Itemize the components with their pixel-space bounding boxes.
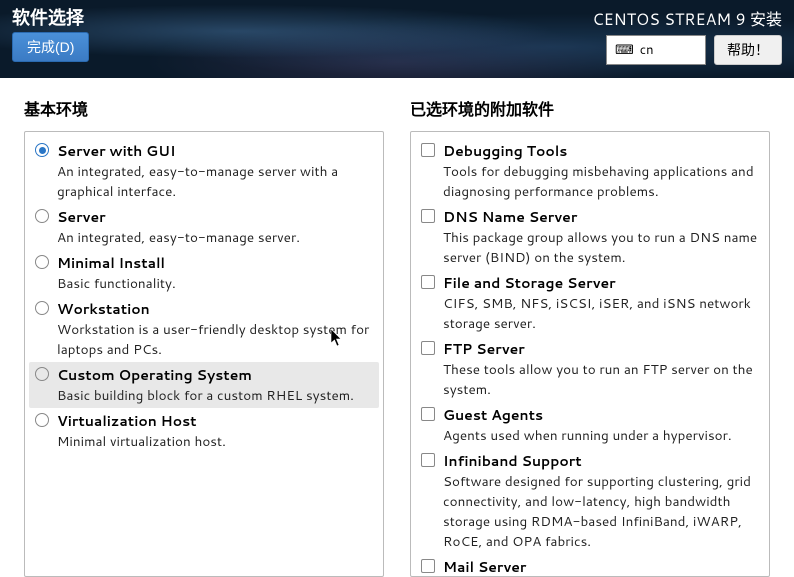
checkbox-icon	[421, 209, 435, 223]
env-item-desc: Workstation is a user-friendly desktop s…	[57, 320, 369, 359]
addons-list[interactable]: Debugging ToolsTools for debugging misbe…	[410, 131, 770, 577]
env-item-name: Custom Operating System	[57, 365, 252, 385]
env-item-text: Minimal InstallBasic functionality.	[57, 253, 373, 293]
base-environment-list[interactable]: Server with GUIAn integrated, easy-to-ma…	[24, 131, 384, 577]
addon-item-name: DNS Name Server	[443, 207, 577, 227]
radio-icon	[35, 301, 49, 315]
env-item-desc: An integrated, easy-to-manage server wit…	[57, 162, 338, 201]
env-item[interactable]: ServerAn integrated, easy-to-manage serv…	[29, 204, 379, 250]
env-item-text: WorkstationWorkstation is a user-friendl…	[57, 299, 373, 359]
env-item-text: Server with GUIAn integrated, easy-to-ma…	[57, 141, 373, 201]
addon-item-desc: Tools for debugging misbehaving applicat…	[443, 162, 754, 201]
checkbox-icon	[421, 453, 435, 467]
env-item-name: Virtualization Host	[57, 411, 197, 431]
addon-item[interactable]: FTP ServerThese tools allow you to run a…	[415, 336, 765, 402]
checkbox-icon	[421, 407, 435, 421]
addon-item-desc: These tools allow you to run an FTP serv…	[443, 360, 753, 399]
addon-item-desc: Agents used when running under a hypervi…	[443, 426, 732, 445]
addon-item-text: Mail ServerThese packages allow you to c…	[443, 557, 759, 577]
checkbox-icon	[421, 275, 435, 289]
base-environment-heading: 基本环境	[24, 96, 384, 121]
env-item-desc: Basic functionality.	[57, 274, 176, 293]
env-item-desc: Minimal virtualization host.	[57, 432, 226, 451]
addons-column: 已选环境的附加软件 Debugging ToolsTools for debug…	[410, 96, 770, 577]
checkbox-icon	[421, 341, 435, 355]
addon-item-name: Guest Agents	[443, 405, 543, 425]
radio-icon	[35, 209, 49, 223]
addon-item[interactable]: Mail ServerThese packages allow you to c…	[415, 554, 765, 577]
env-item-text: ServerAn integrated, easy-to-manage serv…	[57, 207, 373, 247]
env-item[interactable]: Virtualization HostMinimal virtualizatio…	[29, 408, 379, 454]
header-bar: 软件选择 完成(D) CENTOS STREAM 9 安装 ⌨ cn 帮助！	[0, 0, 794, 78]
addon-item-desc: This package group allows you to run a D…	[443, 228, 757, 267]
addon-item[interactable]: File and Storage ServerCIFS, SMB, NFS, i…	[415, 270, 765, 336]
env-item-desc: Basic building block for a custom RHEL s…	[57, 386, 354, 405]
env-item-desc: An integrated, easy-to-manage server.	[57, 228, 300, 247]
addon-item-text: Infiniband SupportSoftware designed for …	[443, 451, 759, 551]
keyboard-layout-selector[interactable]: ⌨ cn	[606, 35, 706, 65]
header-right: CENTOS STREAM 9 安装 ⌨ cn 帮助！	[592, 6, 782, 65]
addon-item-text: Debugging ToolsTools for debugging misbe…	[443, 141, 759, 201]
addon-item[interactable]: Infiniband SupportSoftware designed for …	[415, 448, 765, 554]
addons-heading: 已选环境的附加软件	[410, 96, 770, 121]
addon-item-text: DNS Name ServerThis package group allows…	[443, 207, 759, 267]
env-item-name: Server with GUI	[57, 141, 176, 161]
addon-item-name: Infiniband Support	[443, 451, 582, 471]
addon-item-text: FTP ServerThese tools allow you to run a…	[443, 339, 759, 399]
addon-item-desc: CIFS, SMB, NFS, iSCSI, iSER, and iSNS ne…	[443, 294, 751, 333]
content-area: 基本环境 Server with GUIAn integrated, easy-…	[0, 78, 794, 577]
addon-item-name: File and Storage Server	[443, 273, 616, 293]
radio-icon	[35, 143, 49, 157]
addon-item[interactable]: Debugging ToolsTools for debugging misbe…	[415, 138, 765, 204]
addon-item-text: File and Storage ServerCIFS, SMB, NFS, i…	[443, 273, 759, 333]
addon-item[interactable]: DNS Name ServerThis package group allows…	[415, 204, 765, 270]
radio-icon	[35, 413, 49, 427]
radio-icon	[35, 367, 49, 381]
env-item[interactable]: Server with GUIAn integrated, easy-to-ma…	[29, 138, 379, 204]
addon-item[interactable]: Guest AgentsAgents used when running und…	[415, 402, 765, 448]
done-button[interactable]: 完成(D)	[12, 32, 89, 62]
addon-item-desc: Software designed for supporting cluster…	[443, 472, 751, 551]
env-item-text: Virtualization HostMinimal virtualizatio…	[57, 411, 373, 451]
keyboard-layout-label: cn	[640, 41, 654, 59]
env-item-name: Server	[57, 207, 106, 227]
product-name: CENTOS STREAM 9 安装	[592, 6, 782, 31]
env-item[interactable]: Custom Operating SystemBasic building bl…	[29, 362, 379, 408]
help-button[interactable]: 帮助！	[714, 35, 782, 65]
env-item-name: Workstation	[57, 299, 150, 319]
keyboard-icon: ⌨	[615, 41, 634, 59]
base-environment-column: 基本环境 Server with GUIAn integrated, easy-…	[24, 96, 384, 577]
addon-item-name: Mail Server	[443, 557, 526, 577]
env-item[interactable]: Minimal InstallBasic functionality.	[29, 250, 379, 296]
checkbox-icon	[421, 559, 435, 573]
env-item-text: Custom Operating SystemBasic building bl…	[57, 365, 373, 405]
checkbox-icon	[421, 143, 435, 157]
addon-item-name: Debugging Tools	[443, 141, 567, 161]
addon-item-text: Guest AgentsAgents used when running und…	[443, 405, 759, 445]
radio-icon	[35, 255, 49, 269]
addon-item-name: FTP Server	[443, 339, 525, 359]
env-item-name: Minimal Install	[57, 253, 165, 273]
env-item[interactable]: WorkstationWorkstation is a user-friendl…	[29, 296, 379, 362]
